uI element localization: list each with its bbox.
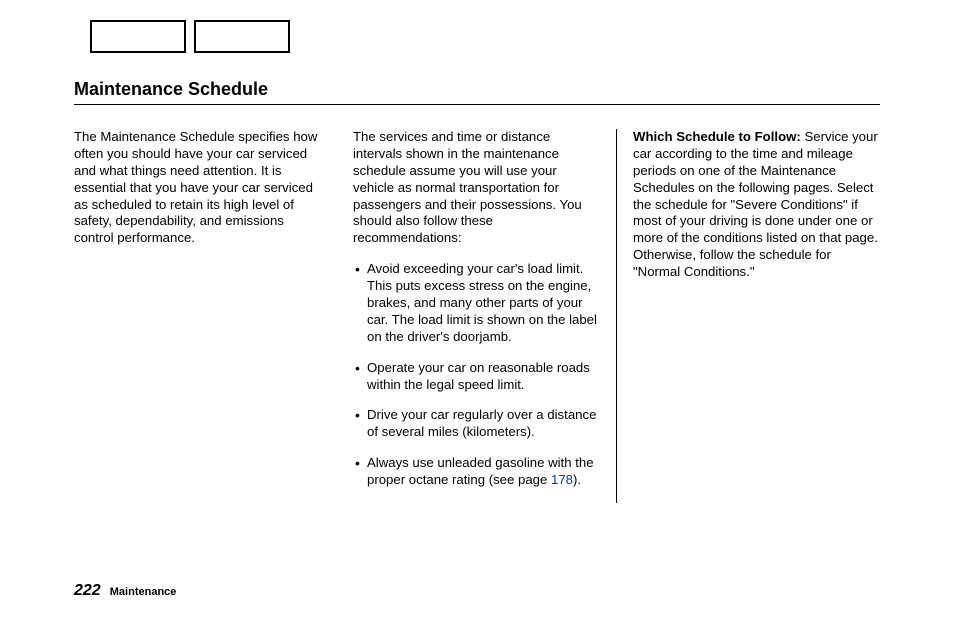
col1-paragraph: The Maintenance Schedule specifies how o… (74, 129, 321, 247)
footer: 222 Maintenance (74, 582, 176, 600)
page-number: 222 (74, 582, 101, 599)
bullet-item: Drive your car regularly over a distance… (353, 407, 600, 441)
column-2: The services and time or distance interv… (337, 129, 617, 503)
bullet4-post: ). (573, 472, 581, 487)
footer-section: Maintenance (110, 586, 177, 598)
col2-bullets: Avoid exceeding your car's load limit. T… (353, 261, 600, 489)
nav-box-prev[interactable] (90, 20, 186, 53)
bullet-item: Operate your car on reasonable roads wit… (353, 360, 600, 394)
column-1: The Maintenance Schedule specifies how o… (74, 129, 337, 503)
nav-boxes (90, 20, 880, 53)
page-title: Maintenance Schedule (74, 79, 880, 100)
col2-intro: The services and time or distance interv… (353, 129, 600, 247)
bullet-item: Always use unleaded gasoline with the pr… (353, 455, 600, 489)
column-3: Which Schedule to Follow: Service your c… (617, 129, 880, 503)
col3-body: Service your car according to the time a… (633, 129, 878, 279)
bullet-item: Avoid exceeding your car's load limit. T… (353, 261, 600, 345)
col3-paragraph: Which Schedule to Follow: Service your c… (633, 129, 880, 281)
col3-heading: Which Schedule to Follow: (633, 129, 801, 144)
nav-box-next[interactable] (194, 20, 290, 53)
page-link-178[interactable]: 178 (551, 472, 573, 487)
title-rule (74, 104, 880, 105)
columns: The Maintenance Schedule specifies how o… (74, 129, 880, 503)
